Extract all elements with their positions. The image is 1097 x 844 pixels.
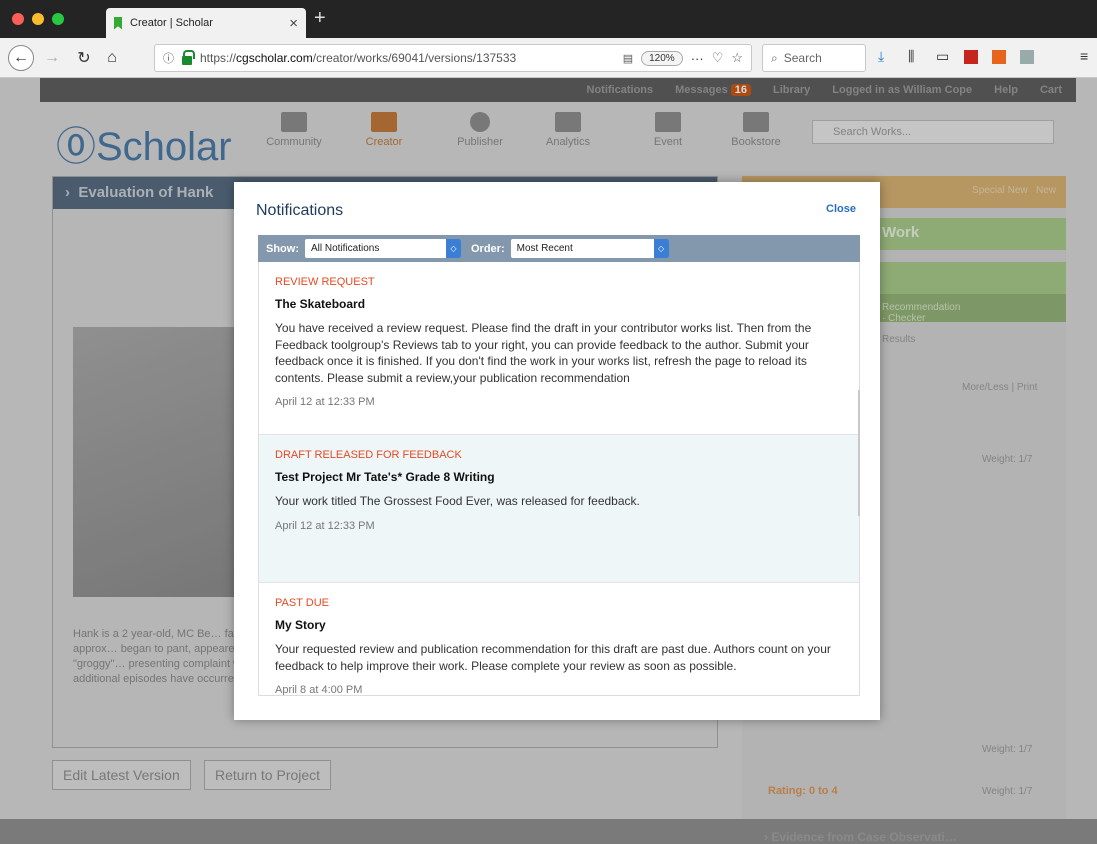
notification-type: DRAFT RELEASED FOR FEEDBACK <box>275 449 462 461</box>
tab-close-icon[interactable]: × <box>289 15 298 32</box>
notification-date: April 12 at 12:33 PM <box>275 396 375 408</box>
forward-button[interactable]: → <box>40 46 64 70</box>
notifications-list[interactable]: REVIEW REQUEST The Skateboard You have r… <box>258 262 860 696</box>
modal-title: Notifications <box>256 202 344 219</box>
notification-item[interactable]: DRAFT RELEASED FOR FEEDBACK Test Project… <box>259 435 859 583</box>
info-icon[interactable]: ⓘ <box>163 50 174 66</box>
download-icon[interactable]: ⤓ <box>878 48 884 65</box>
url-text: https://cgscholar.com/creator/works/6904… <box>200 51 517 65</box>
page-actions-menu[interactable]: ··· <box>691 51 704 66</box>
browser-search-input[interactable]: ⌕ Search <box>762 44 866 72</box>
notification-filter-bar: Show: All Notifications ◇ Order: Most Rec… <box>258 235 860 262</box>
notification-date: April 8 at 4:00 PM <box>275 684 363 696</box>
new-tab-button[interactable]: + <box>314 7 326 30</box>
scholar-extension-icon[interactable] <box>992 50 1006 64</box>
notification-date: April 12 at 12:33 PM <box>275 519 375 532</box>
hamburger-menu-icon[interactable]: ≡ <box>1080 48 1088 64</box>
maximize-window-icon[interactable] <box>52 13 64 25</box>
search-placeholder: Search <box>783 51 822 65</box>
lock-icon <box>182 49 195 65</box>
notification-body: You have received a review request. Plea… <box>275 321 812 385</box>
bookmark-star-icon[interactable]: ☆ <box>731 50 743 66</box>
pdf-extension-icon[interactable] <box>964 50 978 64</box>
library-icon[interactable]: ⫼ <box>908 48 914 65</box>
tab-title: Creator | Scholar <box>130 17 213 29</box>
browser-tab[interactable]: Creator | Scholar × <box>106 8 306 38</box>
back-button[interactable]: ← <box>8 45 34 71</box>
order-label: Order: <box>471 242 505 255</box>
notification-type: REVIEW REQUEST <box>275 276 375 288</box>
home-button[interactable]: ⌂ <box>100 46 124 70</box>
notification-item[interactable]: PAST DUE My Story Your requested review … <box>259 583 859 696</box>
select-arrow-icon: ◇ <box>653 239 669 258</box>
browser-nav-bar: ← → ↻ ⌂ ⓘ https://cgscholar.com/creator/… <box>0 38 1097 78</box>
order-select[interactable]: Most Recent ◇ <box>510 239 669 258</box>
pocket-icon[interactable]: ♡ <box>712 50 724 66</box>
modal-close-link[interactable]: Close <box>826 203 856 215</box>
extension-icon[interactable] <box>1020 50 1034 64</box>
list-scrollbar[interactable] <box>858 390 860 516</box>
notification-body: Your work titled The Grossest Food Ever,… <box>275 494 640 508</box>
browser-tab-bar: Creator | Scholar × + <box>0 0 1097 38</box>
url-bar[interactable]: ⓘ https://cgscholar.com/creator/works/69… <box>154 44 752 72</box>
show-label: Show: <box>266 242 299 255</box>
minimize-window-icon[interactable] <box>32 13 44 25</box>
notification-type: PAST DUE <box>275 597 329 609</box>
reader-view-icon[interactable]: ▤ <box>623 52 633 65</box>
notifications-modal: Notifications Close Show: All Notificati… <box>234 182 880 720</box>
reload-button[interactable]: ↻ <box>72 46 96 70</box>
select-arrow-icon: ◇ <box>446 239 461 258</box>
notification-item[interactable]: REVIEW REQUEST The Skateboard You have r… <box>259 262 859 435</box>
show-select[interactable]: All Notifications ◇ <box>305 239 461 258</box>
evidence-section[interactable]: › Evidence from Case Observati… <box>764 830 957 844</box>
close-window-icon[interactable] <box>12 13 24 25</box>
zoom-level[interactable]: 120% <box>641 50 683 66</box>
bookmark-favicon-icon <box>114 16 122 30</box>
notification-title: Test Project Mr Tate's* Grade 8 Writing <box>275 470 495 484</box>
notification-title: My Story <box>275 618 326 632</box>
sidebar-icon[interactable]: ▭ <box>936 48 949 65</box>
search-icon: ⌕ <box>771 50 778 65</box>
notification-title: The Skateboard <box>275 297 366 311</box>
notification-body: Your requested review and publication re… <box>275 642 831 673</box>
